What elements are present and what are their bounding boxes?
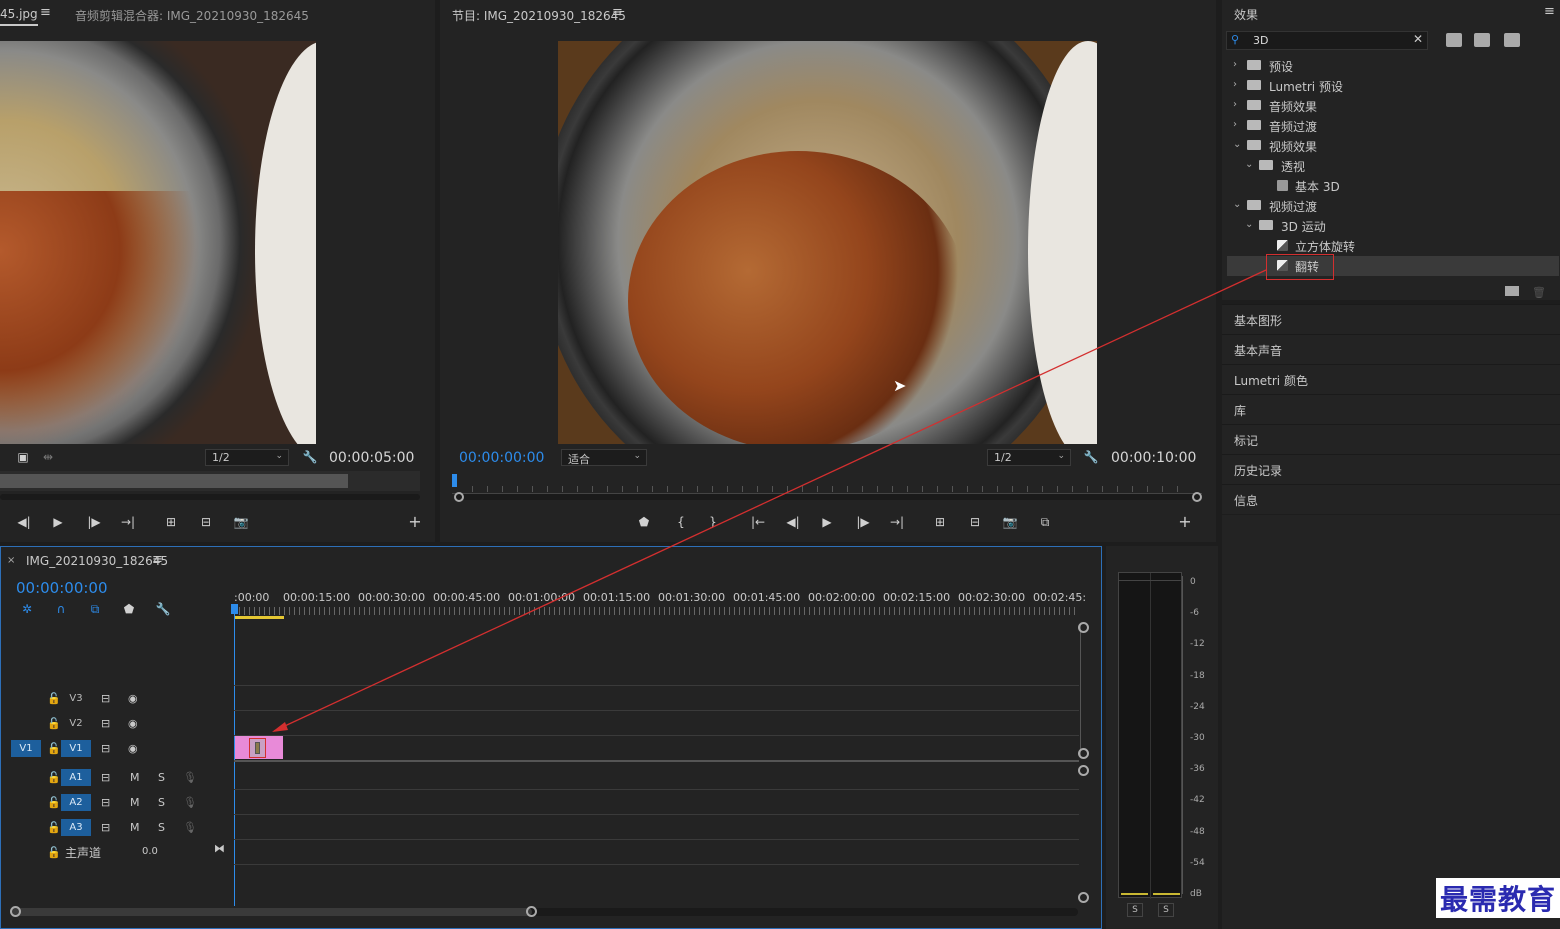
watermark-logo: 最需教育 — [1436, 878, 1560, 918]
annotation-arrow — [272, 269, 1267, 732]
